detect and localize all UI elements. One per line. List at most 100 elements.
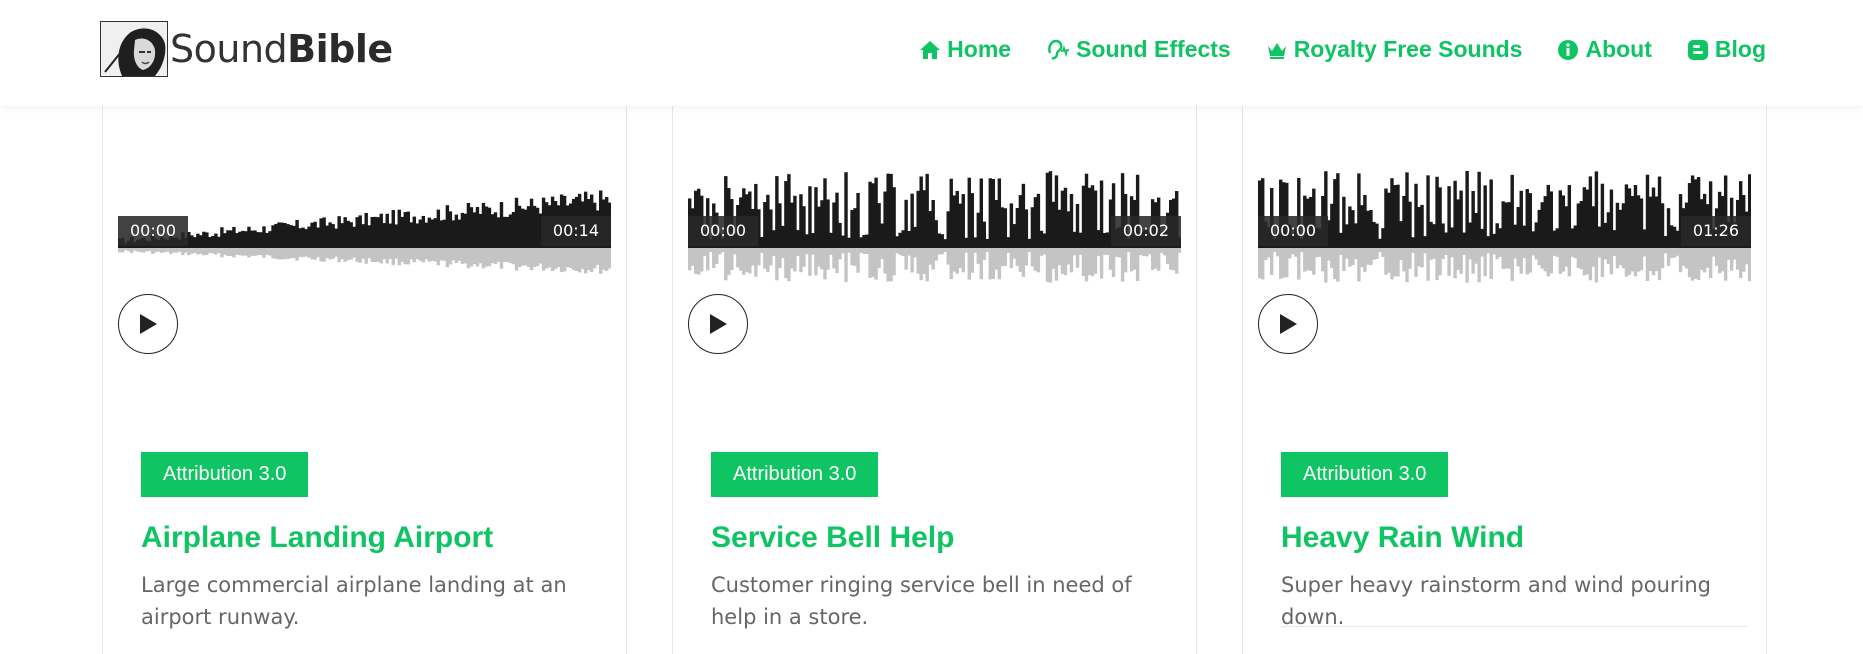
waveform-bar bbox=[1471, 191, 1475, 248]
waveform-reflection-bar bbox=[952, 248, 956, 272]
sound-title[interactable]: Airplane Landing Airport bbox=[141, 521, 493, 555]
waveform[interactable] bbox=[118, 168, 611, 290]
waveform-bar bbox=[1003, 208, 1008, 248]
waveform-bar bbox=[829, 232, 833, 248]
waveform-bar bbox=[1384, 188, 1388, 248]
waveform-bar bbox=[838, 222, 842, 248]
waveform-reflection-bar bbox=[229, 248, 233, 256]
waveform-reflection-bar bbox=[844, 248, 848, 283]
waveform-reflection-bar bbox=[214, 248, 218, 255]
waveform-reflection-bar bbox=[1381, 248, 1385, 257]
waveform-reflection-bar bbox=[715, 248, 719, 264]
nav-home[interactable]: Home bbox=[919, 36, 1011, 63]
waveform-bar bbox=[994, 199, 999, 248]
waveform-bar bbox=[1534, 222, 1538, 248]
waveform-reflection-bar bbox=[1297, 248, 1301, 280]
current-time: 00:00 bbox=[688, 216, 759, 246]
waveform-bar bbox=[1492, 233, 1496, 248]
waveform-reflection-bar bbox=[445, 248, 450, 268]
waveform-reflection-bar bbox=[1096, 248, 1101, 257]
waveform-reflection-bar bbox=[1084, 248, 1089, 282]
waveform-reflection-bar bbox=[1150, 248, 1155, 270]
waveform-reflection-bar bbox=[964, 248, 968, 253]
play-button[interactable] bbox=[118, 294, 178, 354]
waveform-reflection-bar bbox=[1528, 248, 1532, 273]
waveform-reflection-bar bbox=[154, 248, 158, 253]
waveform-reflection-bar bbox=[910, 248, 914, 273]
waveform-reflection-bar bbox=[1483, 248, 1487, 277]
waveform-bar bbox=[1381, 228, 1385, 248]
waveform-reflection-bar bbox=[376, 248, 380, 262]
waveform-reflection-bar bbox=[955, 248, 959, 274]
play-button[interactable] bbox=[688, 294, 748, 354]
waveform-bar bbox=[286, 224, 290, 248]
waveform[interactable] bbox=[688, 168, 1181, 290]
waveform-reflection-bar bbox=[418, 248, 423, 261]
waveform-reflection-bar bbox=[1000, 248, 1005, 267]
waveform-reflection-bar bbox=[913, 248, 917, 258]
waveform-reflection-bar bbox=[1555, 248, 1560, 257]
waveform-reflection-bar bbox=[145, 248, 149, 252]
waveform-reflection-bar bbox=[136, 248, 140, 252]
waveform-bar bbox=[940, 234, 944, 248]
license-badge[interactable]: Attribution 3.0 bbox=[711, 452, 879, 497]
site-logo[interactable]: SoundBible bbox=[100, 21, 393, 77]
waveform-reflection-bar bbox=[742, 248, 746, 275]
waveform-bar bbox=[397, 209, 401, 248]
waveform-reflection-bar bbox=[709, 248, 713, 252]
waveform-bar bbox=[436, 209, 441, 248]
waveform-reflection-bar bbox=[331, 248, 335, 259]
waveform-bar bbox=[451, 220, 456, 248]
waveform-reflection-bar bbox=[502, 248, 507, 263]
waveform-reflection-bar bbox=[1678, 248, 1683, 273]
nav-royalty-free-sounds[interactable]: Royalty Free Sounds bbox=[1266, 36, 1522, 63]
waveform-reflection-bar bbox=[274, 248, 278, 259]
waveform-reflection-bar bbox=[928, 248, 932, 265]
waveform-bar bbox=[274, 223, 278, 248]
waveform-bar bbox=[1618, 209, 1623, 248]
license-badge[interactable]: Attribution 3.0 bbox=[141, 452, 309, 497]
waveform-bar bbox=[493, 212, 498, 248]
sound-title[interactable]: Heavy Rain Wind bbox=[1281, 521, 1524, 555]
waveform-bar bbox=[1564, 206, 1569, 248]
waveform-reflection-bar bbox=[1366, 248, 1370, 265]
waveform-bar bbox=[1432, 224, 1436, 248]
waveform-bar bbox=[499, 202, 504, 248]
waveform-bar bbox=[1525, 189, 1529, 248]
sound-title[interactable]: Service Bell Help bbox=[711, 521, 954, 555]
waveform-reflection-bar bbox=[1507, 248, 1511, 269]
nav-about-label: About bbox=[1585, 36, 1652, 62]
waveform-reflection-bar bbox=[985, 248, 990, 253]
waveform-reflection-bar bbox=[796, 248, 800, 257]
waveform-reflection-bar bbox=[166, 248, 170, 252]
waveform-reflection-bar bbox=[256, 248, 260, 256]
waveform-reflection-bar bbox=[1606, 248, 1611, 265]
waveform-bar bbox=[1375, 223, 1379, 248]
waveform-reflection-bar bbox=[1546, 248, 1550, 277]
waveform-reflection-bar bbox=[823, 248, 827, 280]
waveform-reflection-bar bbox=[1345, 248, 1349, 259]
waveform-reflection-bar bbox=[1717, 248, 1722, 274]
nav-about[interactable]: About bbox=[1557, 36, 1652, 63]
waveform-reflection-bar bbox=[787, 248, 791, 282]
waveform-reflection-bar bbox=[1420, 248, 1424, 268]
waveform-bar bbox=[412, 216, 417, 248]
waveform-bar bbox=[1495, 223, 1499, 248]
waveform-bar bbox=[253, 230, 257, 248]
waveform-bar bbox=[1603, 222, 1608, 248]
ear-icon bbox=[1048, 39, 1070, 59]
waveform-bar bbox=[250, 230, 254, 248]
nav-sound-effects[interactable]: Sound Effects bbox=[1046, 36, 1231, 63]
waveform[interactable] bbox=[1258, 168, 1751, 290]
waveform-reflection-bar bbox=[205, 248, 209, 256]
waveform-reflection-bar bbox=[1657, 248, 1662, 281]
waveform-bar bbox=[502, 216, 507, 248]
waveform-reflection-bar bbox=[364, 248, 368, 264]
play-button[interactable] bbox=[1258, 294, 1318, 354]
waveform-bar bbox=[1468, 222, 1472, 248]
waveform-reflection-bar bbox=[1267, 248, 1271, 258]
license-badge[interactable]: Attribution 3.0 bbox=[1281, 452, 1449, 497]
waveform-reflection-bar bbox=[967, 248, 971, 280]
nav-blog[interactable]: Blog bbox=[1687, 36, 1766, 63]
waveform-reflection-bar bbox=[799, 248, 803, 273]
